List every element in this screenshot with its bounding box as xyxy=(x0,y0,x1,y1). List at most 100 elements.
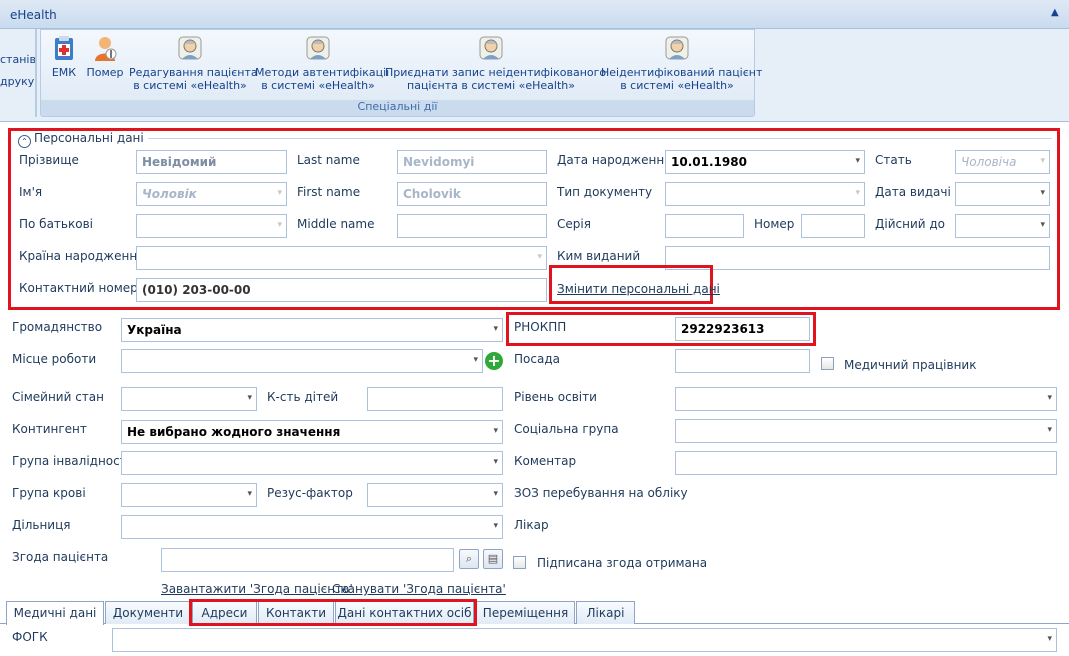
auth-methods-label-2: в системі «eHealth» xyxy=(261,79,375,92)
consent-label: Згода пацієнта xyxy=(12,550,109,564)
patronymic-dropdown[interactable] xyxy=(136,214,287,238)
phone-input[interactable]: (010) 203-00-00 xyxy=(136,278,547,302)
rh-factor-label: Резус-фактор xyxy=(267,486,353,500)
children-count-input[interactable] xyxy=(367,387,503,411)
social-group-dropdown[interactable] xyxy=(675,419,1057,443)
personal-data-groupline xyxy=(30,138,1052,139)
comment-input[interactable] xyxy=(675,451,1057,475)
children-count-label: К-сть дітей xyxy=(267,390,339,404)
add-workplace-icon[interactable]: + xyxy=(485,352,503,370)
surname-label: Прізвище xyxy=(19,153,79,167)
name-dropdown[interactable]: Чоловік xyxy=(136,182,287,206)
emk-button[interactable]: ЕМК xyxy=(47,34,81,79)
patient-avatar-icon xyxy=(479,36,503,60)
number-label: Номер xyxy=(754,217,795,231)
edit-patient-label-2: в системі «eHealth» xyxy=(133,79,247,92)
citizenship-dropdown[interactable]: Україна xyxy=(121,318,503,342)
auth-methods-button[interactable]: Методи автентифікації в системі «eHealth… xyxy=(255,34,389,92)
contingent-label: Контингент xyxy=(12,422,87,436)
middlename-label: Middle name xyxy=(297,217,375,231)
rh-factor-dropdown[interactable] xyxy=(367,483,503,507)
workplace-dropdown[interactable] xyxy=(121,349,483,373)
firstname-label: First name xyxy=(297,185,361,199)
personal-data-title: Персональні дані xyxy=(34,131,144,145)
district-dropdown[interactable] xyxy=(121,515,503,539)
link-unidentified-record-button[interactable]: Приєднати запис неідентифікованого паціє… xyxy=(385,34,607,92)
sex-dropdown[interactable]: Чоловіча xyxy=(955,150,1050,174)
valid-until-dropdown[interactable] xyxy=(955,214,1050,238)
doctype-dropdown[interactable] xyxy=(665,182,865,206)
scanner-icon[interactable]: ▤ xyxy=(483,549,503,569)
attach-paperclip-icon[interactable]: ⌕ xyxy=(459,549,479,569)
tab-movements[interactable]: Переміщення xyxy=(476,601,575,624)
tab-documents[interactable]: Документи xyxy=(105,601,191,624)
deceased-button[interactable]: Помер xyxy=(85,34,125,79)
series-input[interactable] xyxy=(665,214,744,238)
position-label: Посада xyxy=(514,352,560,366)
family-status-label: Сімейний стан xyxy=(12,390,104,404)
birthdate-dropdown[interactable]: 10.01.1980 xyxy=(665,150,865,174)
person-deceased-icon xyxy=(95,37,117,61)
education-label: Рівень освіти xyxy=(514,390,597,404)
ribbon-group-special: ЕМК Помер Редагування пацієнта в системі… xyxy=(40,29,762,117)
issued-by-input[interactable] xyxy=(665,246,1050,270)
series-label: Серія xyxy=(557,217,591,231)
blood-group-dropdown[interactable] xyxy=(121,483,257,507)
disability-dropdown[interactable] xyxy=(121,451,503,475)
link-unidentified-label-2: пацієнта в системі «eHealth» xyxy=(407,79,575,92)
title-bar: eHealth ▲ xyxy=(0,0,1069,29)
tabs-highlight xyxy=(189,599,477,626)
issue-date-dropdown[interactable] xyxy=(955,182,1050,206)
family-status-dropdown[interactable] xyxy=(121,387,257,411)
personal-data-legend[interactable]: ⌃ Персональні дані xyxy=(14,131,148,148)
contingent-dropdown[interactable]: Не вибрано жодного значення xyxy=(121,420,503,444)
medical-record-icon xyxy=(55,36,73,60)
surname-input[interactable]: Невідомий xyxy=(136,150,287,174)
disability-label: Група інвалідності xyxy=(12,454,131,468)
name-label: Ім'я xyxy=(19,185,43,199)
rnokpp-label: РНОКПП xyxy=(514,320,567,334)
rnokpp-input[interactable]: 2922923613 xyxy=(675,317,810,341)
doctor-label: Лікар xyxy=(514,518,549,532)
tab-doctors[interactable]: Лікарі xyxy=(576,601,635,624)
issued-by-label: Ким виданий xyxy=(557,249,641,263)
lastname-label: Last name xyxy=(297,153,360,167)
ribbon-cut-label-2: друку xyxy=(0,75,35,88)
unidentified-patient-button[interactable]: Неідентифікований пацієнт в системі «eHe… xyxy=(601,34,762,92)
issue-date-label: Дата видачі xyxy=(875,185,951,199)
deceased-label: Помер xyxy=(86,66,124,79)
workplace-label: Місце роботи xyxy=(12,352,97,366)
link-unidentified-label-1: Приєднати запис неідентифікованого xyxy=(385,66,607,79)
change-personal-data-link[interactable]: Змінити персональні дані xyxy=(557,282,720,296)
edit-patient-label-1: Редагування пацієнта xyxy=(129,66,258,79)
number-input[interactable] xyxy=(801,214,865,238)
medical-worker-label: Медичний працівник xyxy=(844,358,977,372)
firstname-input[interactable]: Cholovik xyxy=(397,182,547,206)
consent-signed-checkbox[interactable] xyxy=(513,556,526,569)
patient-avatar-icon xyxy=(178,36,202,60)
ribbon-collapse-icon[interactable]: ▲ xyxy=(1051,7,1061,18)
doctype-label: Тип документу xyxy=(557,185,653,199)
comment-label: Коментар xyxy=(514,454,577,468)
tab-medical-data[interactable]: Медичні дані xyxy=(6,601,104,625)
lastname-input[interactable]: Nevidomyi xyxy=(397,150,547,174)
education-dropdown[interactable] xyxy=(675,387,1057,411)
patient-avatar-icon xyxy=(306,36,330,60)
ribbon-cut-group[interactable]: станів друку xyxy=(0,49,36,93)
upload-consent-link[interactable]: Завантажити 'Згода пацієнта' xyxy=(161,582,353,596)
birth-country-dropdown[interactable] xyxy=(136,246,547,270)
unidentified-patient-label-2: в системі «eHealth» xyxy=(620,79,734,92)
scan-consent-link[interactable]: Сканувати 'Згода пацієнта' xyxy=(332,582,506,596)
edit-patient-ehealth-button[interactable]: Редагування пацієнта в системі «eHealth» xyxy=(129,34,258,92)
fogk-dropdown[interactable] xyxy=(112,628,1057,652)
position-input[interactable] xyxy=(675,349,810,373)
collapse-up-icon[interactable]: ⌃ xyxy=(18,135,31,148)
social-group-label: Соціальна група xyxy=(514,422,619,436)
district-label: Дільниця xyxy=(12,518,71,532)
birth-country-label: Країна народження xyxy=(19,249,145,263)
medical-worker-checkbox[interactable] xyxy=(821,357,834,370)
citizenship-label: Громадянство xyxy=(12,320,103,334)
window-title: eHealth xyxy=(10,8,57,22)
middlename-input[interactable] xyxy=(397,214,547,238)
consent-input[interactable] xyxy=(161,548,454,572)
